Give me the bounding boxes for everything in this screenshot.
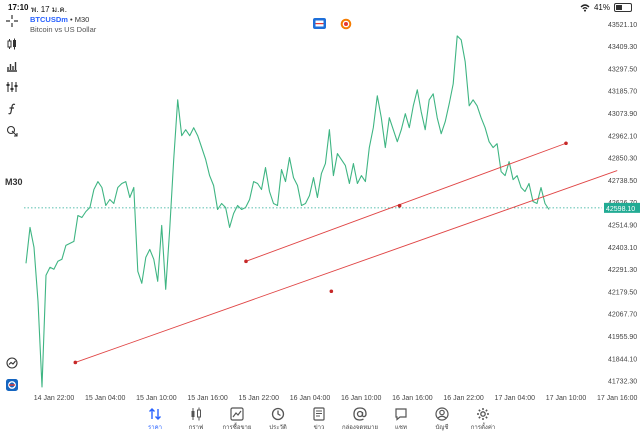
crosshair-icon[interactable]	[4, 14, 20, 28]
tab-history[interactable]: ประวัติ	[258, 405, 298, 447]
candlestick-icon	[191, 407, 201, 421]
x-tick-label: 17 Jan 10:00	[546, 395, 587, 402]
settings-icon	[477, 408, 489, 420]
x-tick-label: 16 Jan 04:00	[290, 395, 331, 402]
x-tick-label: 17 Jan 04:00	[495, 395, 536, 402]
tab-news[interactable]: ข่าว	[299, 405, 339, 447]
x-tick-label: 16 Jan 16:00	[392, 395, 433, 402]
wifi-icon	[580, 3, 590, 12]
candle-tool-icon[interactable]	[4, 37, 20, 51]
y-tick-label: 43297.50	[608, 66, 637, 73]
tab-mailbox[interactable]: กล่องจดหมาย	[340, 405, 380, 447]
tab-trade-label: การซื้อขาย	[222, 425, 252, 431]
y-tick-label: 42403.10	[608, 245, 637, 252]
indicators-icon[interactable]	[4, 80, 20, 94]
gauge-icon[interactable]	[4, 356, 20, 370]
shapes-tool-icon[interactable]	[4, 124, 20, 138]
y-tick-label: 43073.90	[608, 111, 637, 118]
tab-chat[interactable]: แชท	[381, 405, 421, 447]
function-icon[interactable]	[4, 102, 20, 116]
trendline-anchor-point	[564, 141, 568, 146]
status-right: 41%	[580, 3, 632, 12]
tab-news-label: ข่าว	[313, 425, 325, 431]
x-tick-label: 15 Jan 04:00	[85, 395, 126, 402]
tab-settings[interactable]: การตั้งค่า	[463, 405, 503, 447]
tab-chart[interactable]: กราฟ	[176, 405, 216, 447]
x-tick-label: 15 Jan 16:00	[187, 395, 228, 402]
news-icon	[313, 407, 325, 421]
x-axis-labels: 14 Jan 22:00 15 Jan 04:00 15 Jan 10:00 15 J…	[34, 395, 638, 402]
tab-trade[interactable]: การซื้อขาย	[217, 405, 257, 447]
tab-price[interactable]: ราคา	[135, 405, 175, 447]
mailbox-icon	[353, 407, 367, 421]
y-tick-label: 43185.70	[608, 89, 637, 96]
trade-chart-icon	[230, 407, 244, 421]
price-series-line	[25, 35, 550, 388]
tab-mailbox-label: กล่องจดหมาย	[341, 425, 379, 431]
x-tick-label: 16 Jan 22:00	[443, 395, 484, 402]
y-tick-label: 43409.30	[608, 44, 637, 51]
battery-percent: 41%	[593, 3, 610, 12]
trendline	[245, 142, 567, 262]
trendlines	[73, 141, 618, 365]
tab-chat-label: แชท	[395, 425, 407, 431]
battery-fill	[616, 5, 622, 10]
tab-history-label: ประวัติ	[269, 425, 287, 431]
chat-icon	[395, 408, 407, 421]
bar-chart-tool-icon[interactable]	[4, 59, 20, 73]
y-tick-label: 42738.50	[608, 178, 637, 185]
y-tick-label: 41955.90	[608, 334, 637, 341]
y-tick-label: 42962.10	[608, 133, 637, 140]
exness-logo-icon	[4, 378, 20, 392]
tab-chart-label: กราฟ	[188, 425, 204, 431]
battery-icon	[614, 3, 632, 12]
x-tick-label: 16 Jan 10:00	[341, 395, 382, 402]
y-tick-label: 42850.30	[608, 156, 637, 163]
current-price-label: 42598.10	[606, 206, 635, 213]
y-axis-labels: 43521.10 43409.30 43297.50 43185.70 43073.90…	[604, 22, 640, 386]
x-tick-label: 15 Jan 10:00	[136, 395, 177, 402]
y-tick-label: 42067.70	[608, 312, 637, 319]
y-tick-label: 42179.50	[608, 289, 637, 296]
tab-price-label: ราคา	[148, 425, 162, 431]
history-icon	[271, 407, 285, 421]
timeframe-selector[interactable]: M30	[5, 177, 23, 187]
y-tick-label: 41844.10	[608, 356, 637, 363]
tab-account[interactable]: บัญชี	[422, 405, 462, 447]
status-time: 17:10	[8, 3, 29, 12]
price-chart[interactable]: 14 Jan 22:00 15 Jan 04:00 15 Jan 10:00 15 J…	[24, 14, 640, 405]
y-tick-label: 42514.90	[608, 222, 637, 229]
price-line	[24, 35, 602, 388]
tab-account-label: บัญชี	[435, 425, 449, 431]
y-tick-label: 43521.10	[608, 22, 637, 29]
trendline-anchor-point	[329, 289, 334, 294]
x-tick-label: 14 Jan 22:00	[34, 395, 75, 402]
y-tick-label: 42291.30	[608, 267, 637, 274]
status-bar: 17:10 พ. 17 ม.ค. 41%	[0, 0, 640, 14]
x-tick-label: 15 Jan 22:00	[239, 395, 280, 402]
trendline	[75, 170, 618, 363]
x-tick-label: 17 Jan 16:00	[597, 395, 638, 402]
bottom-tab-bar: ราคา กราฟ การซื้อขาย ประวัติ ข่าว กล่องจ…	[0, 405, 640, 447]
y-tick-label: 41732.30	[608, 379, 637, 386]
trendline-anchor-point	[73, 360, 78, 365]
trendline-anchor-point	[244, 259, 248, 264]
trendline-anchor-point	[397, 203, 402, 208]
sort-arrows-icon	[149, 408, 161, 420]
tab-settings-label: การตั้งค่า	[470, 425, 496, 431]
account-icon	[435, 407, 449, 421]
